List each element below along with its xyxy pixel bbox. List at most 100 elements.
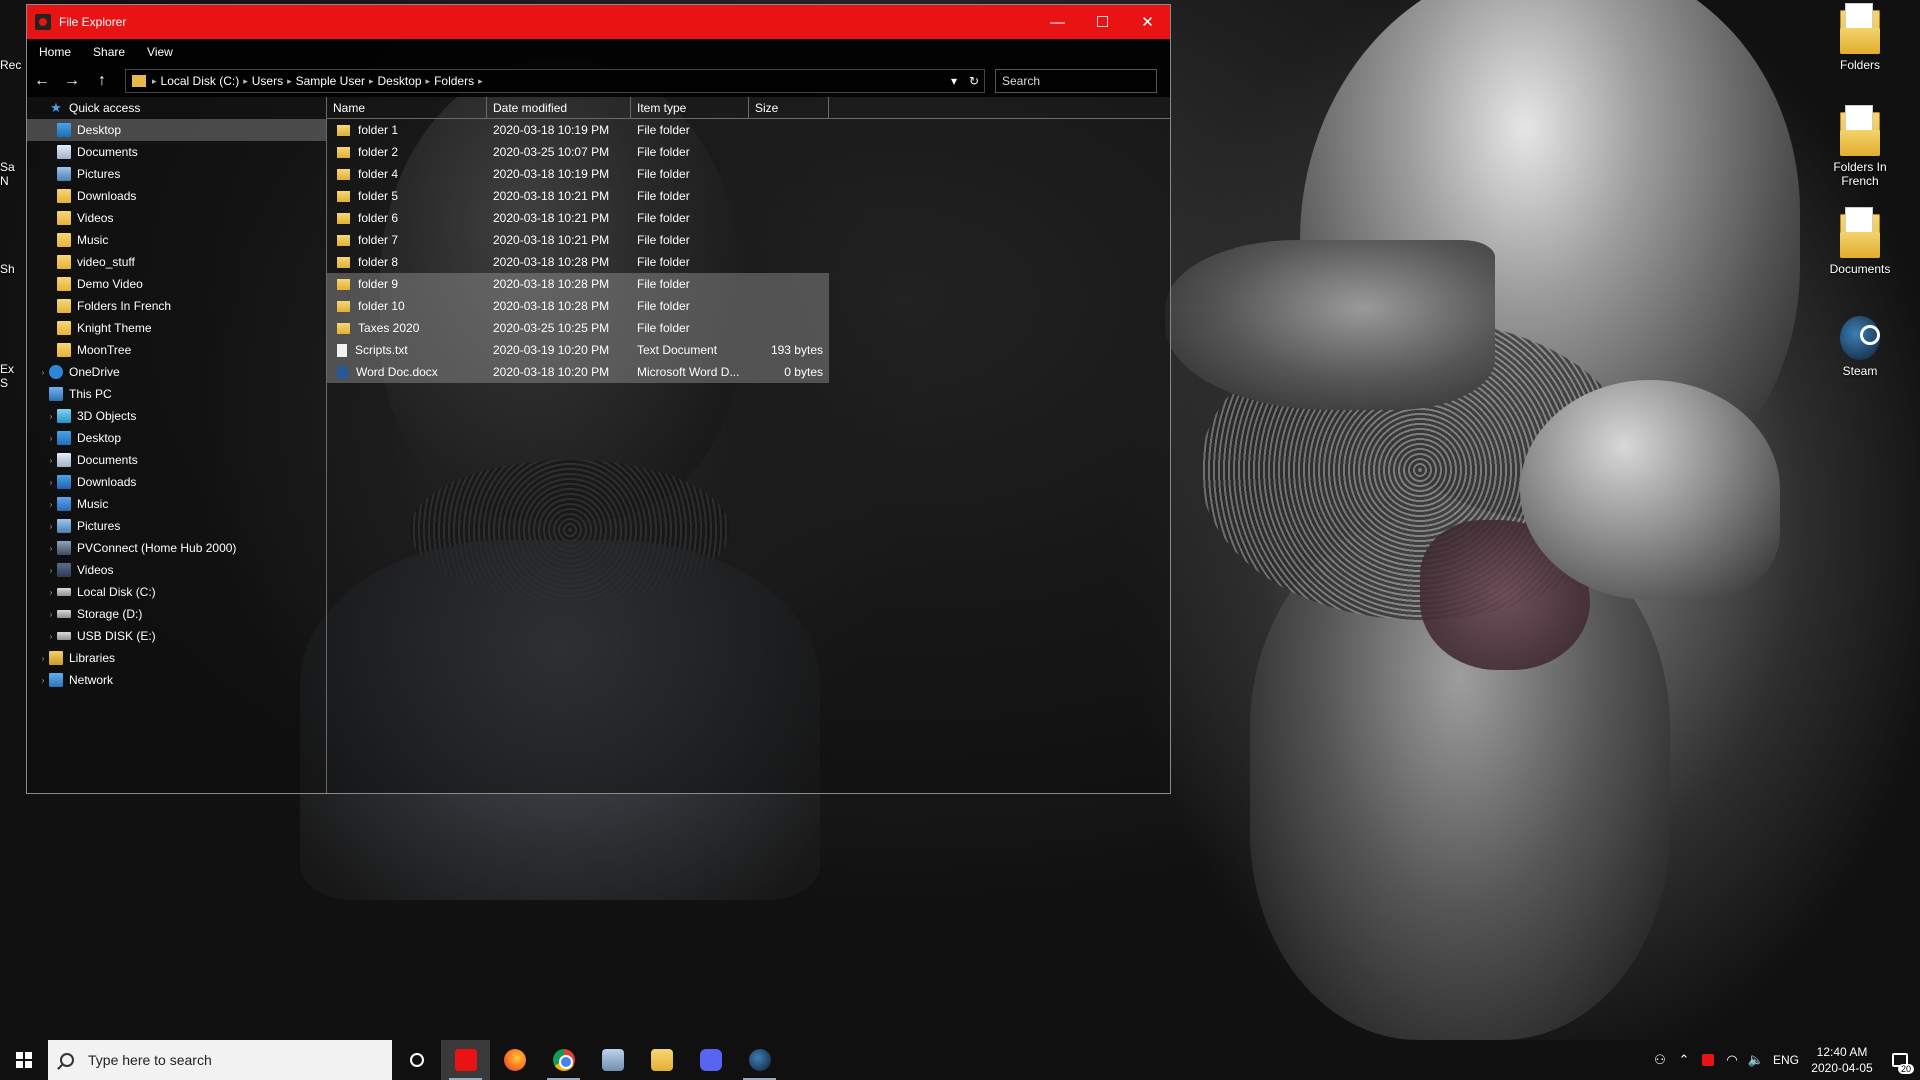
desktop-cut-label[interactable]: Sa xyxy=(0,160,15,174)
desktop-icon-documents[interactable]: Documents xyxy=(1822,208,1898,276)
nav-item[interactable]: › Videos xyxy=(27,559,326,581)
up-button[interactable]: ↑ xyxy=(87,72,117,90)
breadcrumb-sample-user[interactable]: Sample User xyxy=(296,74,365,88)
nav-item[interactable]: › 3D Objects xyxy=(27,405,326,427)
nav-item[interactable]: This PC xyxy=(27,383,326,405)
navigation-pane[interactable]: ★ Quick access Desktop Documents Pictures Dow… xyxy=(27,97,327,793)
file-row[interactable]: Word Doc.docx 2020-03-18 10:20 PM Microsof… xyxy=(327,361,829,383)
expand-chevron-icon[interactable]: › xyxy=(45,522,57,531)
title-bar[interactable]: File Explorer — ☐ ✕ xyxy=(27,5,1170,39)
file-row[interactable]: folder 5 2020-03-18 10:21 PM File folder xyxy=(327,185,1170,207)
expand-chevron-icon[interactable]: › xyxy=(45,500,57,509)
desktop-icon-steam[interactable]: Steam xyxy=(1822,316,1898,378)
column-name[interactable]: Name xyxy=(327,96,487,119)
close-button[interactable]: ✕ xyxy=(1125,5,1170,39)
expand-chevron-icon[interactable]: › xyxy=(45,412,57,421)
forward-button[interactable]: → xyxy=(57,72,87,90)
expand-chevron-icon[interactable]: › xyxy=(37,368,49,377)
action-center-button[interactable]: 20 xyxy=(1880,1040,1920,1080)
tab-home[interactable]: Home xyxy=(39,45,71,59)
minimize-button[interactable]: — xyxy=(1035,5,1080,39)
taskbar-search-box[interactable]: Type here to search xyxy=(48,1040,392,1080)
desktop-cut-label[interactable]: S xyxy=(0,376,8,390)
nav-item[interactable]: Downloads xyxy=(27,185,326,207)
taskbar-app-discord[interactable] xyxy=(686,1040,735,1080)
column-date-modified[interactable]: Date modified xyxy=(487,96,631,119)
taskbar-app-this-pc[interactable] xyxy=(588,1040,637,1080)
nav-item[interactable]: › Network xyxy=(27,669,326,691)
refresh-icon[interactable]: ↻ xyxy=(964,74,984,88)
expand-chevron-icon[interactable]: › xyxy=(45,456,57,465)
file-row[interactable]: folder 4 2020-03-18 10:19 PM File folder xyxy=(327,163,1170,185)
nav-item[interactable]: Music xyxy=(27,229,326,251)
expand-chevron-icon[interactable]: › xyxy=(45,544,57,553)
desktop-cut-label[interactable]: Sh xyxy=(0,262,15,276)
nav-item[interactable]: › Music xyxy=(27,493,326,515)
breadcrumb-desktop[interactable]: Desktop xyxy=(378,74,422,88)
desktop-cut-label[interactable]: N xyxy=(0,174,9,188)
expand-chevron-icon[interactable]: › xyxy=(45,610,57,619)
nav-item[interactable]: › Pictures xyxy=(27,515,326,537)
expand-chevron-icon[interactable]: › xyxy=(45,632,57,641)
nav-item[interactable]: MoonTree xyxy=(27,339,326,361)
expand-chevron-icon[interactable]: › xyxy=(45,434,57,443)
nav-item[interactable]: › Local Disk (C:) xyxy=(27,581,326,603)
file-list-pane[interactable]: Name Date modified Item type Size folder… xyxy=(327,96,1170,793)
file-row[interactable]: folder 7 2020-03-18 10:21 PM File folder xyxy=(327,229,1170,251)
desktop-cut-label[interactable]: Rec xyxy=(0,58,21,72)
expand-chevron-icon[interactable]: › xyxy=(37,654,49,663)
expand-chevron-icon[interactable]: › xyxy=(45,588,57,597)
expand-chevron-icon[interactable]: › xyxy=(37,676,49,685)
back-button[interactable]: ← xyxy=(27,72,57,90)
file-row[interactable]: folder 8 2020-03-18 10:28 PM File folder xyxy=(327,251,1170,273)
nav-item[interactable]: video_stuff xyxy=(27,251,326,273)
desktop-icon-folders[interactable]: Folders xyxy=(1822,4,1898,72)
nav-item[interactable]: Desktop xyxy=(27,119,326,141)
nav-item[interactable]: › Documents xyxy=(27,449,326,471)
nav-item[interactable]: Demo Video xyxy=(27,273,326,295)
nav-item[interactable]: › PVConnect (Home Hub 2000) xyxy=(27,537,326,559)
column-item-type[interactable]: Item type xyxy=(631,96,749,119)
tab-share[interactable]: Share xyxy=(93,45,125,59)
nav-item[interactable]: › Desktop xyxy=(27,427,326,449)
taskbar-app-chrome[interactable] xyxy=(539,1040,588,1080)
desktop-cut-label[interactable]: Ex xyxy=(0,362,14,376)
breadcrumb-local-disk[interactable]: Local Disk (C:) xyxy=(161,74,240,88)
people-icon[interactable]: ⚇ xyxy=(1648,1052,1672,1068)
taskbar-app-firefox[interactable] xyxy=(490,1040,539,1080)
search-input[interactable]: Search xyxy=(995,69,1157,93)
breadcrumb-users[interactable]: Users xyxy=(252,74,283,88)
taskbar-app-file-explorer-window[interactable] xyxy=(441,1040,490,1080)
nav-item[interactable]: › Storage (D:) xyxy=(27,603,326,625)
column-size[interactable]: Size xyxy=(749,96,829,119)
tray-camera-app-icon[interactable] xyxy=(1696,1054,1720,1066)
wifi-icon[interactable]: ◠ xyxy=(1720,1052,1744,1068)
volume-icon[interactable]: 🔈 xyxy=(1744,1052,1768,1068)
nav-item[interactable]: Documents xyxy=(27,141,326,163)
desktop-icon-folders-in-french[interactable]: Folders In French xyxy=(1822,106,1898,188)
taskbar-app-steam[interactable] xyxy=(735,1040,784,1080)
clock[interactable]: 12:40 AM 2020-04-05 xyxy=(1804,1044,1880,1076)
file-row[interactable]: Taxes 2020 2020-03-25 10:25 PM File folder xyxy=(327,317,829,339)
file-row[interactable]: folder 9 2020-03-18 10:28 PM File folder xyxy=(327,273,829,295)
task-view-button[interactable] xyxy=(392,1040,441,1080)
maximize-button[interactable]: ☐ xyxy=(1080,5,1125,39)
nav-item[interactable]: Pictures xyxy=(27,163,326,185)
address-dropdown-icon[interactable]: ▾ xyxy=(944,74,964,88)
file-row[interactable]: folder 10 2020-03-18 10:28 PM File folder xyxy=(327,295,829,317)
file-row[interactable]: folder 2 2020-03-25 10:07 PM File folder xyxy=(327,141,1170,163)
expand-chevron-icon[interactable]: › xyxy=(45,566,57,575)
tab-view[interactable]: View xyxy=(147,45,173,59)
language-indicator[interactable]: ENG xyxy=(1768,1053,1804,1067)
nav-item[interactable]: › USB DISK (E:) xyxy=(27,625,326,647)
file-row[interactable]: folder 6 2020-03-18 10:21 PM File folder xyxy=(327,207,1170,229)
show-hidden-icons-chevron-icon[interactable]: ⌃ xyxy=(1672,1052,1696,1068)
file-explorer-window[interactable]: File Explorer — ☐ ✕ Home Share View ← → … xyxy=(26,4,1171,794)
nav-item[interactable]: Knight Theme xyxy=(27,317,326,339)
breadcrumb-folders[interactable]: Folders xyxy=(434,74,474,88)
nav-item[interactable]: Videos xyxy=(27,207,326,229)
start-button[interactable] xyxy=(0,1040,48,1080)
nav-item[interactable]: Folders In French xyxy=(27,295,326,317)
nav-item[interactable]: › Downloads xyxy=(27,471,326,493)
file-row[interactable]: Scripts.txt 2020-03-19 10:20 PM Text Docum… xyxy=(327,339,829,361)
